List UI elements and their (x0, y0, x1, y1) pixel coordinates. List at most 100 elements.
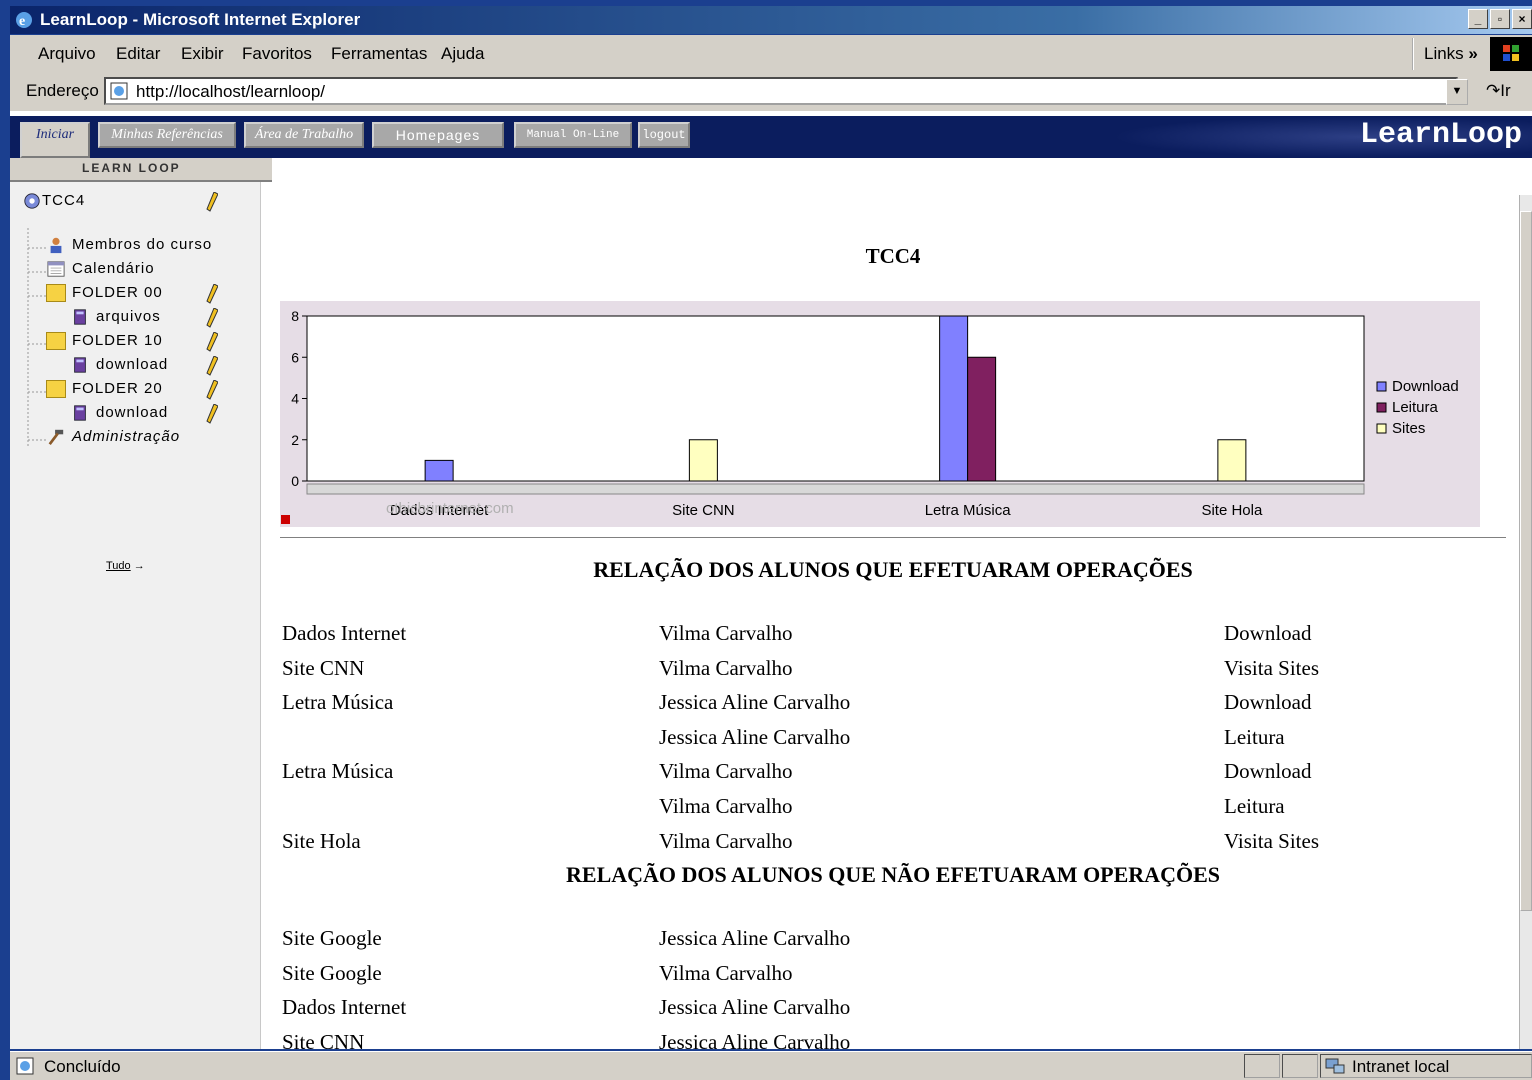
edit-pencil-icon[interactable] (206, 380, 218, 400)
address-input[interactable]: http://localhost/learnloop/ (104, 77, 1458, 105)
table-row: Jessica Aline Carvalho Leitura (282, 725, 1502, 755)
tudo-link[interactable]: Tudo → (106, 560, 145, 572)
tree-item-label: Administração (72, 428, 181, 445)
address-bar: Endereço http://localhost/learnloop/ ▼ ↷… (10, 73, 1532, 111)
tree-item-label: arquivos (96, 308, 161, 325)
book-icon (74, 309, 86, 325)
edit-pencil-icon[interactable] (206, 404, 218, 424)
menu-editar[interactable]: Editar (116, 44, 160, 64)
table-cell: Site Google (282, 926, 382, 950)
folder-icon (46, 380, 66, 399)
bar-sites (1217, 439, 1247, 482)
tree-item-label: FOLDER 00 (72, 284, 163, 301)
table-cell: Vilma Carvalho (659, 759, 793, 784)
table-cell: Vilma Carvalho (659, 828, 793, 853)
arrow-right-icon: → (133, 560, 145, 572)
divider (280, 537, 1506, 538)
x-tick-label: Site Hola (1201, 502, 1263, 519)
book-icon (74, 357, 86, 373)
edit-pencil-icon[interactable] (206, 284, 218, 304)
bar-download (939, 315, 969, 482)
x-tick-label: Letra Música (925, 502, 1012, 519)
tree-item-download-10[interactable]: download (70, 356, 168, 378)
bar-leitura (967, 356, 997, 482)
page-content: Iniciar Minhas Referências Área de Traba… (10, 111, 1532, 1049)
page-icon (110, 82, 128, 100)
edit-pencil-icon[interactable] (206, 332, 218, 352)
legend-label: Leitura (1392, 399, 1439, 416)
tree-item-folder-20[interactable]: FOLDER 20 (46, 380, 163, 402)
tab-homepages[interactable]: Homepages (372, 122, 504, 148)
edit-pencil-icon[interactable] (206, 356, 218, 376)
edit-pencil-icon[interactable] (206, 308, 218, 328)
chart-title: TCC4 (865, 244, 921, 268)
table-cell: Download (1224, 759, 1312, 784)
logout-button[interactable]: logout (638, 122, 690, 148)
tree-item-label: download (96, 404, 169, 421)
table-cell: Download (1224, 621, 1312, 645)
table-cell: Leitura (1224, 724, 1285, 749)
menu-favoritos[interactable]: Favoritos (242, 44, 312, 64)
table-cell: Letra Música (282, 759, 394, 784)
calendar-icon (47, 261, 65, 277)
tree-item-download-20[interactable]: download (70, 404, 168, 426)
table-cell: Jessica Aline Carvalho (659, 724, 851, 749)
book-icon (74, 405, 86, 421)
table-row: Site CNN Jessica Aline Carvalho (282, 1030, 1502, 1049)
address-dropdown-button[interactable]: ▼ (1446, 79, 1468, 105)
address-label: Endereço (26, 81, 99, 100)
close-button[interactable]: × (1512, 9, 1532, 29)
chart-scrollbar (306, 483, 1365, 495)
hammer-icon (48, 429, 64, 446)
tree-root-tcc4[interactable]: TCC4 (22, 192, 85, 214)
table-cell: Vilma Carvalho (659, 621, 793, 645)
table-cell: Site Google (282, 960, 382, 985)
tab-iniciar[interactable]: Iniciar (20, 122, 90, 158)
menu-ajuda[interactable]: Ajuda (441, 44, 484, 64)
menu-ferramentas[interactable]: Ferramentas (331, 44, 427, 64)
table-cell: Jessica Aline Carvalho (659, 995, 851, 1020)
links-toolbar[interactable]: Links » (1412, 38, 1478, 70)
y-tick-label: 4 (291, 391, 299, 407)
minimize-button[interactable]: _ (1468, 9, 1488, 29)
tree-item-membros[interactable]: Membros do curso (46, 236, 212, 258)
scrollbar-thumb[interactable] (1520, 211, 1532, 911)
table-cell: Jessica Aline Carvalho (659, 690, 851, 715)
svg-text:e: e (19, 14, 25, 29)
intranet-zone-icon (1325, 1058, 1345, 1074)
tree-item-administracao[interactable]: Administração (46, 428, 180, 450)
y-tick-label: 2 (291, 432, 299, 448)
edit-pencil-icon[interactable] (206, 192, 218, 212)
window-title: LearnLoop - Microsoft Internet Explorer (40, 10, 361, 29)
table-cell: Vilma Carvalho (659, 960, 793, 985)
table-cell: Visita Sites (1224, 828, 1319, 853)
tab-area-de-trabalho[interactable]: Área de Trabalho (244, 122, 364, 148)
tree-item-calendario[interactable]: Calendário (46, 260, 155, 282)
zone-text: Intranet local (1352, 1057, 1450, 1076)
restore-button[interactable]: ▫ (1490, 9, 1510, 29)
links-label: Links (1424, 44, 1464, 63)
vertical-scrollbar[interactable] (1519, 195, 1532, 1049)
tab-manual-online[interactable]: Manual On-Line (514, 122, 632, 148)
menu-arquivo[interactable]: Arquivo (38, 44, 96, 64)
tree-item-folder-00[interactable]: FOLDER 00 (46, 284, 163, 306)
sidebar-header: LEARN LOOP (10, 158, 272, 182)
tree-item-folder-10[interactable]: FOLDER 10 (46, 332, 163, 354)
window-title-bar: e LearnLoop - Microsoft Internet Explore… (10, 6, 1532, 34)
table-cell: Site CNN (282, 1029, 365, 1049)
status-text: Concluído (44, 1057, 121, 1076)
tree-item-arquivos[interactable]: arquivos (70, 308, 161, 330)
table-row: Dados Internet Vilma Carvalho Download (282, 621, 1502, 651)
legend-swatch (1376, 381, 1387, 392)
table-row: Vilma Carvalho Leitura (282, 794, 1502, 824)
tab-minhas-referencias[interactable]: Minhas Referências (98, 122, 236, 148)
chart-panel: 0 2 4 6 8 Dados Internet Site CNN Letra Música S… (280, 301, 1480, 527)
table-cell: Visita Sites (1224, 655, 1319, 680)
go-button[interactable]: ↷Ir (1486, 81, 1511, 101)
table-row: Site CNN Vilma Carvalho Visita Sites (282, 656, 1502, 686)
y-tick-label: 8 (291, 308, 299, 324)
windows-logo-icon (1490, 37, 1532, 71)
menu-exibir[interactable]: Exibir (181, 44, 224, 64)
menu-bar: Arquivo Editar Exibir Favoritos Ferramen… (10, 35, 1532, 74)
folder-icon (46, 332, 66, 351)
